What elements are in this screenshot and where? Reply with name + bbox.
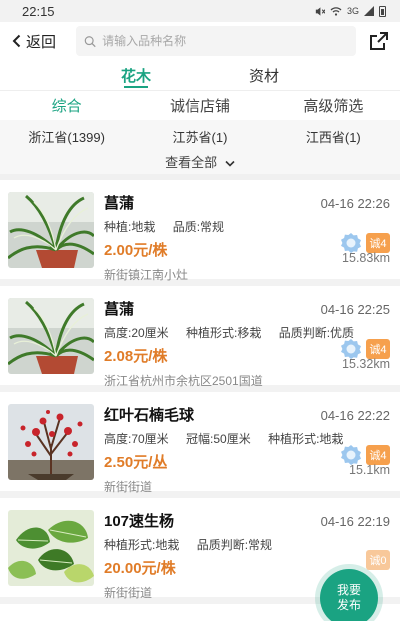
publish-label-line1: 我要 <box>336 583 361 597</box>
product-name: 菖蒲 <box>104 195 135 212</box>
list-item[interactable]: 红叶石楠毛球 04-16 22:22 高度:70厘米 冠幅:50厘米 种植形式:… <box>0 392 400 498</box>
spec: 高度:70厘米 <box>104 432 169 446</box>
product-thumbnail <box>8 192 94 268</box>
spec: 种植形式:地栽 <box>104 538 180 552</box>
spec: 种植形式:移栽 <box>186 326 262 340</box>
share-icon[interactable] <box>368 30 390 52</box>
battery-icon <box>379 5 386 17</box>
publish-button[interactable]: 我要 发布 <box>320 569 378 621</box>
tab-huamu[interactable]: 花木 <box>72 60 200 90</box>
signal-icon <box>364 6 374 16</box>
chevron-left-icon <box>12 34 21 48</box>
network-label: 3G <box>346 6 359 16</box>
item-info: 红叶石楠毛球 04-16 22:22 高度:70厘米 冠幅:50厘米 种植形式:… <box>104 404 390 494</box>
province-filter: 浙江省(1399) 江苏省(1) 江西省(1) 查看全部 <box>0 120 400 180</box>
product-specs: 种植形式:地栽 品质判断:常规 <box>104 536 390 553</box>
list-item[interactable]: 菖蒲 04-16 22:26 种植:地栽 品质:常规 2.00元/株 新街镇江南… <box>0 180 400 286</box>
back-label: 返回 <box>26 33 57 51</box>
spider-plant-icon <box>8 298 94 374</box>
integrity-badge: 诚4 <box>366 339 390 359</box>
spider-plant-icon <box>8 192 94 268</box>
tab-comprehensive[interactable]: 综合 <box>0 95 133 116</box>
product-list: 菖蒲 04-16 22:26 种植:地栽 品质:常规 2.00元/株 新街镇江南… <box>0 180 400 604</box>
product-name: 107速生杨 <box>104 513 175 530</box>
wifi-icon <box>330 7 342 16</box>
spec: 高度:20厘米 <box>104 326 169 340</box>
mute-icon <box>315 6 325 16</box>
tab-advanced-filter[interactable]: 高级筛选 <box>267 95 400 116</box>
search-icon <box>84 35 96 47</box>
province-jiangxi[interactable]: 江西省(1) <box>267 127 400 146</box>
tab-zicai[interactable]: 资材 <box>200 60 328 90</box>
product-location: 新街镇江南小灶 <box>104 268 189 282</box>
product-name: 菖蒲 <box>104 301 135 318</box>
distance: 15.32km <box>342 357 390 371</box>
list-item[interactable]: 菖蒲 04-16 22:25 高度:20厘米 种植形式:移栽 品质判断:优质 2… <box>0 286 400 392</box>
spec: 种植形式:地栽 <box>268 432 344 446</box>
poplar-leaves-icon <box>8 510 94 586</box>
red-shrub-icon <box>8 404 94 480</box>
province-zhejiang[interactable]: 浙江省(1399) <box>0 127 133 146</box>
view-all-label: 查看全部 <box>165 155 218 170</box>
province-row: 浙江省(1399) 江苏省(1) 江西省(1) <box>0 124 400 148</box>
spec: 品质判断:常规 <box>196 538 273 552</box>
status-icons: 3G <box>314 5 386 17</box>
tab-trusted-shops[interactable]: 诚信店铺 <box>133 95 266 116</box>
item-info: 菖蒲 04-16 22:25 高度:20厘米 种植形式:移栽 品质判断:优质 2… <box>104 298 390 388</box>
integrity-badge: 诚4 <box>366 233 390 253</box>
status-bar: 22:15 3G <box>0 0 400 22</box>
back-button[interactable]: 返回 <box>10 31 76 52</box>
distance: 15.1km <box>349 463 390 477</box>
spec: 种植:地栽 <box>104 220 156 234</box>
search-input[interactable] <box>102 34 348 48</box>
integrity-badge: 诚0 <box>366 550 390 570</box>
product-thumbnail <box>8 404 94 480</box>
post-date: 04-16 22:19 <box>320 514 390 529</box>
post-date: 04-16 22:26 <box>320 196 390 211</box>
category-tabs: 花木 资材 <box>0 60 400 90</box>
item-info: 菖蒲 04-16 22:26 种植:地栽 品质:常规 2.00元/株 新街镇江南… <box>104 192 390 282</box>
post-date: 04-16 22:22 <box>320 408 390 423</box>
status-time: 22:15 <box>22 3 55 19</box>
header: 返回 <box>0 22 400 60</box>
post-date: 04-16 22:25 <box>320 302 390 317</box>
product-location: 浙江省杭州市余杭区2501国道 <box>104 374 263 388</box>
distance: 15.83km <box>342 251 390 265</box>
product-thumbnail <box>8 298 94 374</box>
product-thumbnail <box>8 510 94 586</box>
integrity-badge: 诚4 <box>366 445 390 465</box>
spec: 冠幅:50厘米 <box>186 432 251 446</box>
product-location: 新街街道 <box>104 480 153 494</box>
item-badges: 诚0 <box>366 550 390 570</box>
province-jiangsu[interactable]: 江苏省(1) <box>133 127 266 146</box>
chevron-down-icon <box>225 160 235 167</box>
view-all-button[interactable]: 查看全部 <box>0 152 400 171</box>
search-box[interactable] <box>76 26 356 56</box>
spec: 品质:常规 <box>172 220 225 234</box>
publish-label-line2: 发布 <box>336 598 361 612</box>
sort-tabs: 综合 诚信店铺 高级筛选 <box>0 90 400 120</box>
product-name: 红叶石楠毛球 <box>104 407 195 424</box>
